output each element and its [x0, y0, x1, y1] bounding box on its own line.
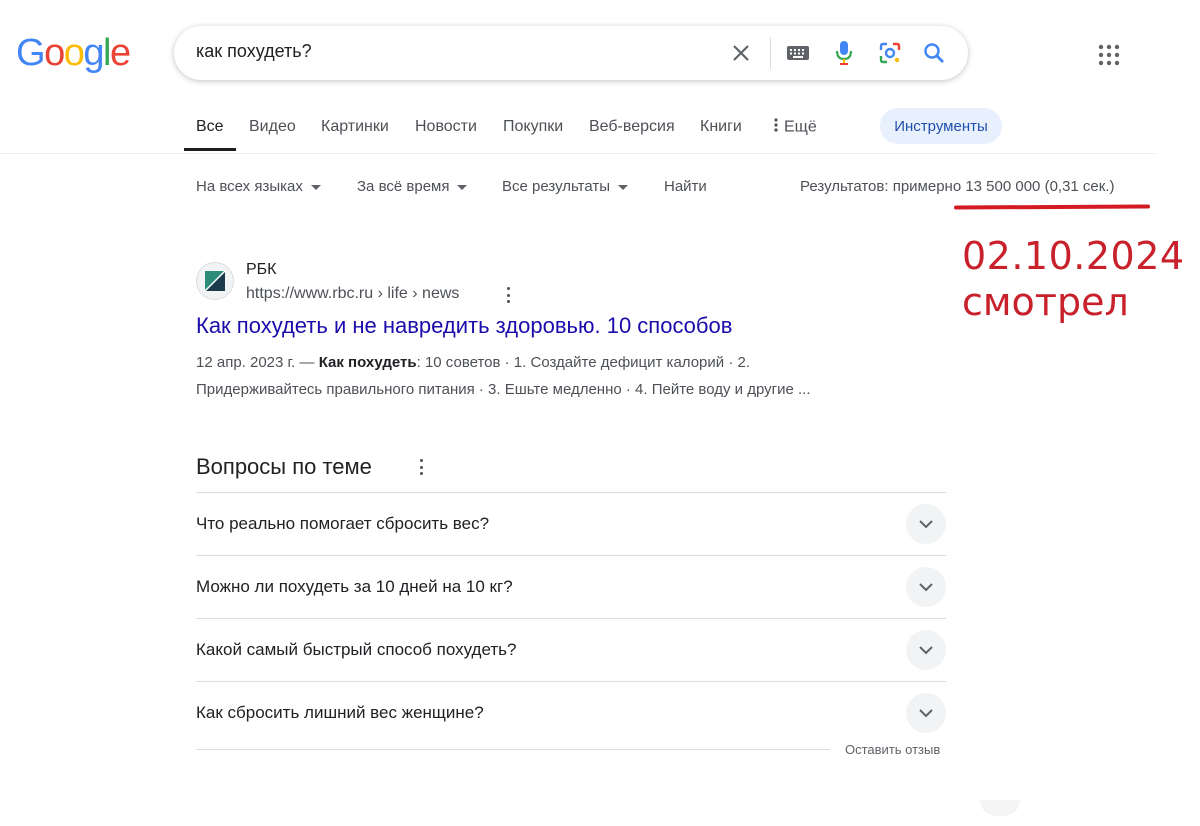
tab-all[interactable]: Все: [196, 118, 224, 136]
paa-question[interactable]: Как сбросить лишний вес женщине?: [196, 682, 946, 744]
caret-down-icon: [618, 184, 629, 190]
feedback-link[interactable]: Оставить отзыв: [845, 742, 940, 757]
chevron-down-icon[interactable]: [906, 504, 946, 544]
search-divider: [770, 37, 771, 69]
rbc-favicon-icon: [204, 270, 226, 292]
tab-images[interactable]: Картинки: [321, 118, 389, 136]
chevron-down-icon[interactable]: [906, 630, 946, 670]
tab-books[interactable]: Книги: [700, 118, 742, 136]
keyboard-icon[interactable]: [783, 38, 813, 68]
close-icon[interactable]: [726, 38, 756, 68]
paa-question[interactable]: Какой самый быстрый способ похудеть?: [196, 619, 946, 682]
paa-question-text: Какой самый быстрый способ похудеть?: [196, 640, 517, 659]
active-tab-indicator: [184, 148, 236, 151]
paa-question-text: Как сбросить лишний вес женщине?: [196, 703, 484, 722]
paa-question-text: Что реально помогает сбросить вес?: [196, 514, 490, 533]
scroll-hint: [980, 800, 1020, 816]
site-url[interactable]: https://www.rbc.ru › life › news: [246, 285, 459, 303]
search-input[interactable]: как похудеть?: [196, 41, 312, 62]
paa-menu-icon[interactable]: [420, 459, 424, 475]
annotation-underline: [953, 204, 1151, 210]
result-snippet: 12 апр. 2023 г. — Как похудеть: 10 совет…: [196, 349, 876, 403]
annotation-note: смотрел: [962, 280, 1129, 324]
result-menu-icon[interactable]: [507, 287, 511, 303]
paa-list: Что реально помогает сбросить вес? Можно…: [196, 492, 946, 744]
time-filter-label: За всё время: [357, 178, 450, 195]
tab-video[interactable]: Видео: [249, 118, 296, 136]
results-stats: Результатов: примерно 13 500 000 (0,31 с…: [800, 178, 1115, 195]
paa-title: Вопросы по теме: [196, 454, 372, 479]
tab-more[interactable]: Ещё: [774, 118, 817, 137]
paa-question-text: Можно ли похудеть за 10 дней на 10 кг?: [196, 577, 513, 596]
result-title-link[interactable]: Как похудеть и не навредить здоровью. 10…: [196, 313, 732, 339]
logo-letter: g: [83, 32, 104, 74]
apps-grid-icon[interactable]: [1094, 40, 1124, 70]
annotation-date: 02.10.2024: [962, 234, 1185, 278]
logo-letter: o: [63, 32, 85, 74]
snippet-highlight: Как похудеть: [318, 354, 417, 371]
site-name[interactable]: РБК: [246, 261, 277, 279]
snippet-date: 12 апр. 2023 г. —: [196, 354, 319, 371]
language-filter-label: На всех языках: [196, 178, 303, 195]
chevron-down-icon[interactable]: [906, 567, 946, 607]
results-filter-label: Все результаты: [502, 178, 611, 195]
time-filter[interactable]: За всё время: [357, 178, 468, 195]
search-icon[interactable]: [919, 38, 949, 68]
google-logo[interactable]: Google: [16, 32, 131, 74]
microphone-icon[interactable]: [829, 38, 859, 68]
paa-question[interactable]: Что реально помогает сбросить вес?: [196, 493, 946, 556]
site-favicon[interactable]: [196, 262, 234, 300]
tools-button[interactable]: Инструменты: [880, 108, 1002, 144]
tab-shopping[interactable]: Покупки: [503, 118, 563, 136]
paa-question[interactable]: Можно ли похудеть за 10 дней на 10 кг?: [196, 556, 946, 619]
results-filter[interactable]: Все результаты: [502, 178, 629, 195]
more-dots-icon: [774, 118, 778, 137]
tab-more-label: Ещё: [784, 118, 817, 136]
feedback-divider: [196, 749, 830, 750]
caret-down-icon: [310, 184, 321, 190]
logo-letter: l: [102, 32, 111, 74]
tab-news[interactable]: Новости: [415, 118, 477, 136]
search-box[interactable]: как похудеть?: [174, 26, 968, 80]
logo-letter: o: [44, 32, 65, 74]
find-button[interactable]: Найти: [664, 178, 707, 195]
logo-letter: e: [109, 32, 131, 74]
chevron-down-icon[interactable]: [906, 693, 946, 733]
logo-letter: G: [16, 32, 46, 74]
caret-down-icon: [457, 184, 468, 190]
language-filter[interactable]: На всех языках: [196, 178, 321, 195]
lens-icon[interactable]: [875, 38, 905, 68]
tab-web[interactable]: Веб-версия: [589, 118, 675, 136]
